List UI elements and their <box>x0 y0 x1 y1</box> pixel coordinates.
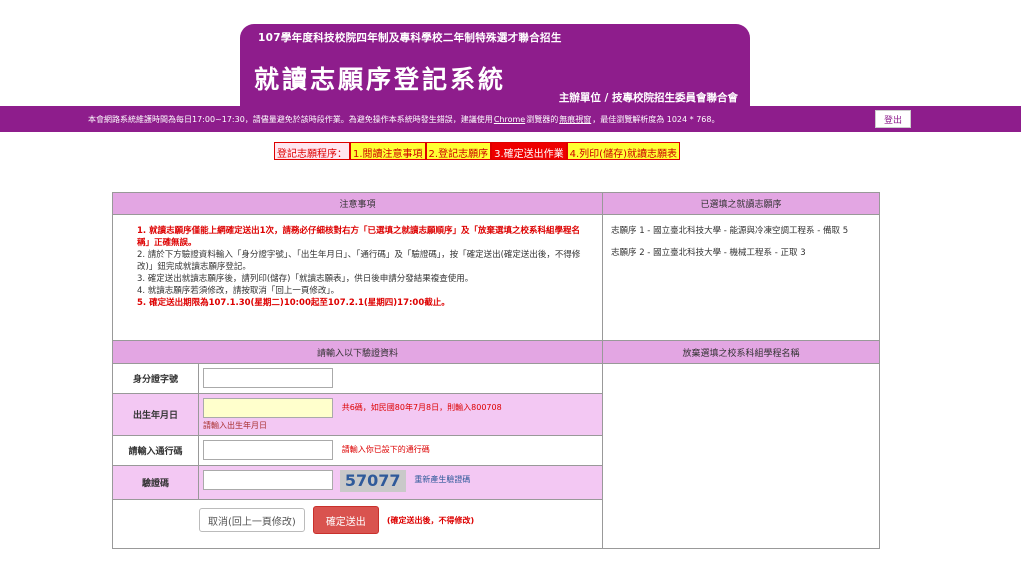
birth-hint: 共6碼，如民國80年7月8日，則輸入800708 <box>341 403 502 412</box>
confirm-submit-button[interactable]: 確定送出 <box>312 506 379 534</box>
page-title: 就讀志願序登記系統 <box>254 65 507 94</box>
chosen-item: 志願序 1 - 國立臺北科技大學 - 能源與冷凍空調工程系 - 備取 5 <box>611 226 849 236</box>
chrome-link[interactable]: Chrome <box>494 115 525 124</box>
passcode-row: 請輸入通行碼 請輸入你已設下的通行碼 <box>113 436 602 466</box>
captcha-value-cell: 57077 重新產生驗證碼 <box>199 466 602 499</box>
passcode-value-cell: 請輸入你已設下的通行碼 <box>199 436 602 465</box>
action-buttons: 取消(回上一頁修改) 確定送出 (確定送出後，不得修改) <box>113 500 602 540</box>
header-subtitle: 107學年度科技校院四年制及專科學校二年制特殊選才聯合招生 <box>258 32 562 44</box>
confirm-warning: (確定送出後，不得修改) <box>386 515 475 525</box>
birth-row: 出生年月日 共6碼，如民國80年7月8日，則輸入800708 請輸入出生年月日 <box>113 394 602 436</box>
note-item: 3. 確定送出就讀志願序後，請列印(儲存)「就讀志願表」，供日後申請分發結果複查… <box>137 274 474 284</box>
birth-date-input[interactable] <box>203 398 333 418</box>
step-1: 1.閱讀注意事項 <box>350 142 426 160</box>
captcha-input[interactable] <box>203 470 333 490</box>
birth-label: 出生年月日 <box>113 394 199 435</box>
passcode-input[interactable] <box>203 440 333 460</box>
captcha-image: 57077 <box>339 470 406 492</box>
step-3-current: 3.確定送出作業 <box>491 142 567 160</box>
note-item: 1. 就讀志願序僅能上網確定送出1次，請務必仔細核對右方「已選填之就讀志願順序」… <box>137 226 581 248</box>
header-banner: 107學年度科技校院四年制及專科學校二年制特殊選才聯合招生 就讀志願序登記系統 … <box>240 24 750 106</box>
passcode-hint: 請輸入你已設下的通行碼 <box>341 445 430 454</box>
note-item: 5. 確定送出期限為107.1.30(星期二)10:00起至107.2.1(星期… <box>137 298 450 308</box>
notice-bar: 本會網路系統維護時間為每日17:00~17:30，請儘量避免於該時段作業。為避免… <box>0 106 1021 132</box>
notice-text-before: 本會網路系統維護時間為每日17:00~17:30，請儘量避免於該時段作業。為避免… <box>88 114 493 124</box>
form-heading: 請輸入以下驗證資料 <box>113 340 602 364</box>
abandoned-heading: 放棄選填之校系科組學程名稱 <box>603 340 879 364</box>
id-value-cell <box>199 364 602 393</box>
left-column: 注意事項 1. 就讀志願序僅能上網確定送出1次，請務必仔細核對右方「已選填之就讀… <box>113 193 603 548</box>
notice-text-mid: 瀏覽器的 <box>526 114 559 124</box>
notice-text-after: ，最佳瀏覽解析度為 1024 * 768。 <box>592 114 720 124</box>
notes-panel: 1. 就讀志願序僅能上網確定送出1次，請務必仔細核對右方「已選填之就讀志願順序」… <box>113 215 602 340</box>
right-column: 已選填之就讀志願序 志願序 1 - 國立臺北科技大學 - 能源與冷凍空調工程系 … <box>603 193 879 548</box>
birth-value-cell: 共6碼，如民國80年7月8日，則輸入800708 請輸入出生年月日 <box>199 394 602 435</box>
captcha-row: 驗證碼 57077 重新產生驗證碼 <box>113 466 602 500</box>
id-number-input[interactable] <box>203 368 333 388</box>
step-2: 2.登記志願序 <box>425 142 492 160</box>
chosen-list: 志願序 1 - 國立臺北科技大學 - 能源與冷凍空調工程系 - 備取 5 志願序… <box>603 215 879 340</box>
step-indicator: 登記志願程序： 1.閱讀注意事項 2.登記志願序 3.確定送出作業 4.列印(儲… <box>274 142 680 160</box>
main-panel: 注意事項 1. 就讀志願序僅能上網確定送出1次，請務必仔細核對右方「已選填之就讀… <box>112 192 880 549</box>
birth-hint-2: 請輸入出生年月日 <box>203 421 267 430</box>
note-item: 2. 請於下方驗證資料輸入「身分證字號」、「出生年月日」、「通行碼」及「驗證碼」… <box>137 250 581 272</box>
chosen-heading: 已選填之就讀志願序 <box>603 193 879 215</box>
id-row: 身分證字號 <box>113 364 602 394</box>
chosen-item: 志願序 2 - 國立臺北科技大學 - 機械工程系 - 正取 3 <box>611 248 806 258</box>
captcha-label: 驗證碼 <box>113 466 199 499</box>
note-item: 4. 就讀志願序若須修改，請按取消「回上一頁修改」。 <box>137 286 340 296</box>
notes-heading: 注意事項 <box>113 193 602 215</box>
passcode-label: 請輸入通行碼 <box>113 436 199 465</box>
logout-button[interactable]: 登出 <box>875 110 911 128</box>
refresh-captcha-link[interactable]: 重新產生驗證碼 <box>414 475 470 484</box>
organizer-label: 主辦單位 / 技專校院招生委員會聯合會 <box>558 92 738 104</box>
incognito-link[interactable]: 無痕視窗 <box>559 114 591 125</box>
steps-label: 登記志願程序： <box>274 142 350 160</box>
step-4: 4.列印(儲存)就讀志願表 <box>566 142 680 160</box>
id-label: 身分證字號 <box>113 364 199 393</box>
cancel-button[interactable]: 取消(回上一頁修改) <box>199 508 305 532</box>
